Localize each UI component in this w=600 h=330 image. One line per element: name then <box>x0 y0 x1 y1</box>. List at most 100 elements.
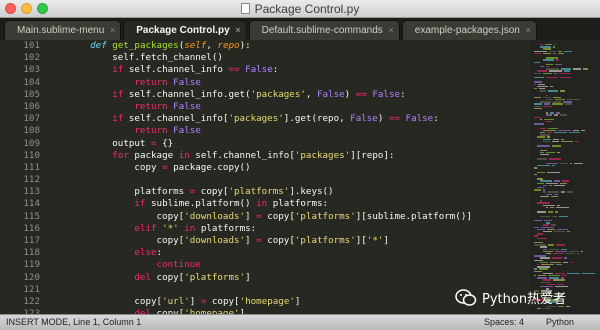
minimap-line <box>537 308 541 310</box>
status-indentation[interactable]: Spaces: 4 <box>484 317 524 327</box>
code-token: 'downloads' <box>184 235 246 246</box>
minimap-line <box>537 178 543 180</box>
minimap-line <box>550 85 553 88</box>
minimap-line <box>575 140 579 143</box>
minimap-line <box>540 257 550 259</box>
minimap-line <box>547 228 555 231</box>
minimap-line <box>534 72 541 74</box>
code-token: ] <box>245 271 251 283</box>
watermark-text: Python热爱者 <box>482 292 567 307</box>
minimap-line <box>570 162 572 165</box>
minimap[interactable] <box>530 40 600 314</box>
tab-default-sublime-commands[interactable]: Default.sublime-commands × <box>248 20 400 40</box>
minimap-line <box>553 101 561 103</box>
minimap-line <box>555 211 558 213</box>
tab-label: Package Control.py <box>136 25 230 36</box>
minimap-line <box>537 70 547 72</box>
minimap-line <box>546 162 558 165</box>
minimap-line <box>534 88 537 90</box>
code-line: del copy['platforms'] <box>68 272 528 284</box>
code-line: return False <box>68 77 528 89</box>
code-token: ) <box>377 113 389 125</box>
code-line: if self.channel_info['packages'].get(rep… <box>68 113 528 125</box>
tab-package-control[interactable]: Package Control.py × <box>123 20 247 40</box>
code-token: 'packages' <box>294 149 351 161</box>
minimap-line <box>558 52 564 55</box>
code-line: return False <box>68 125 528 137</box>
code-token: else <box>134 247 157 259</box>
code-token: 'platforms' <box>184 271 246 283</box>
minimap-line <box>543 224 549 226</box>
line-number: 107 <box>23 113 40 125</box>
tab-example-packages-json[interactable]: example-packages.json × <box>401 20 537 40</box>
minimap-line <box>553 138 559 140</box>
code-token: False <box>316 88 345 100</box>
minimap-line <box>555 272 565 275</box>
minimap-line <box>560 77 571 79</box>
minimap-line <box>537 187 544 189</box>
minimap-line <box>544 103 550 105</box>
minimap-line <box>543 184 547 187</box>
minimap-line <box>564 257 567 259</box>
close-window-button[interactable] <box>5 3 16 14</box>
tab-close-icon[interactable]: × <box>110 25 115 35</box>
minimize-window-button[interactable] <box>21 3 32 14</box>
code-area[interactable]: def get_packages(self, repo): self.fetch… <box>68 40 528 314</box>
code-token: False <box>173 125 201 137</box>
line-number: 118 <box>23 247 40 259</box>
tab-close-icon[interactable]: × <box>389 25 394 35</box>
minimap-line <box>534 235 538 237</box>
minimap-line <box>561 191 565 193</box>
code-token: self.channel_info[ <box>189 149 295 161</box>
minimap-line <box>553 279 565 281</box>
minimap-line <box>543 279 551 281</box>
code-token: ] <box>245 235 257 246</box>
minimap-line <box>544 118 554 121</box>
line-number: 112 <box>23 174 40 186</box>
minimap-line <box>549 50 556 52</box>
code-line: platforms = copy['platforms'].keys() <box>68 186 528 198</box>
minimap-line <box>546 94 548 96</box>
minimap-line <box>561 140 573 143</box>
line-number: 102 <box>23 52 40 64</box>
minimap-line <box>558 50 562 52</box>
minimap-line <box>534 226 539 228</box>
tab-main-sublime-menu[interactable]: Main.sublime-menu × <box>4 20 122 40</box>
code-token: self <box>184 40 207 51</box>
code-token: 'homepage' <box>239 295 295 307</box>
tab-close-icon[interactable]: × <box>235 25 240 35</box>
minimap-line <box>553 46 555 48</box>
minimap-line <box>537 228 545 231</box>
code-token: : <box>433 113 439 125</box>
line-number: 122 <box>23 295 40 307</box>
code-line: copy['downloads'] = copy['platforms']['*… <box>68 235 528 247</box>
minimap-line <box>543 105 552 107</box>
code-token: return <box>134 100 168 112</box>
minimap-line <box>569 132 580 134</box>
code-token: package <box>128 149 179 161</box>
minimap-line <box>567 272 580 275</box>
minimap-line <box>540 132 545 134</box>
minimap-line <box>564 50 572 52</box>
wechat-icon <box>455 288 477 306</box>
code-editor[interactable]: 101 102 103 104 105 106 107 108 109 110 111 112 113 1… <box>0 40 600 330</box>
minimap-line <box>534 123 544 125</box>
code-token: if <box>134 198 146 210</box>
code-token: return <box>134 125 168 137</box>
minimap-line <box>556 59 559 61</box>
minimap-line <box>534 105 541 107</box>
minimap-line <box>534 83 536 85</box>
minimap-line <box>573 129 579 132</box>
minimap-line <box>534 220 542 222</box>
minimap-line <box>560 114 567 116</box>
minimap-line <box>551 224 556 226</box>
line-number: 108 <box>23 125 40 137</box>
status-syntax[interactable]: Python <box>546 317 574 327</box>
zoom-window-button[interactable] <box>37 3 48 14</box>
tab-close-icon[interactable]: × <box>526 25 531 35</box>
code-token: : <box>272 64 279 76</box>
code-token: 'packages' <box>228 113 284 125</box>
code-line: def get_packages(self, repo): <box>68 40 528 52</box>
minimap-line <box>538 275 546 277</box>
minimap-line <box>581 250 583 253</box>
